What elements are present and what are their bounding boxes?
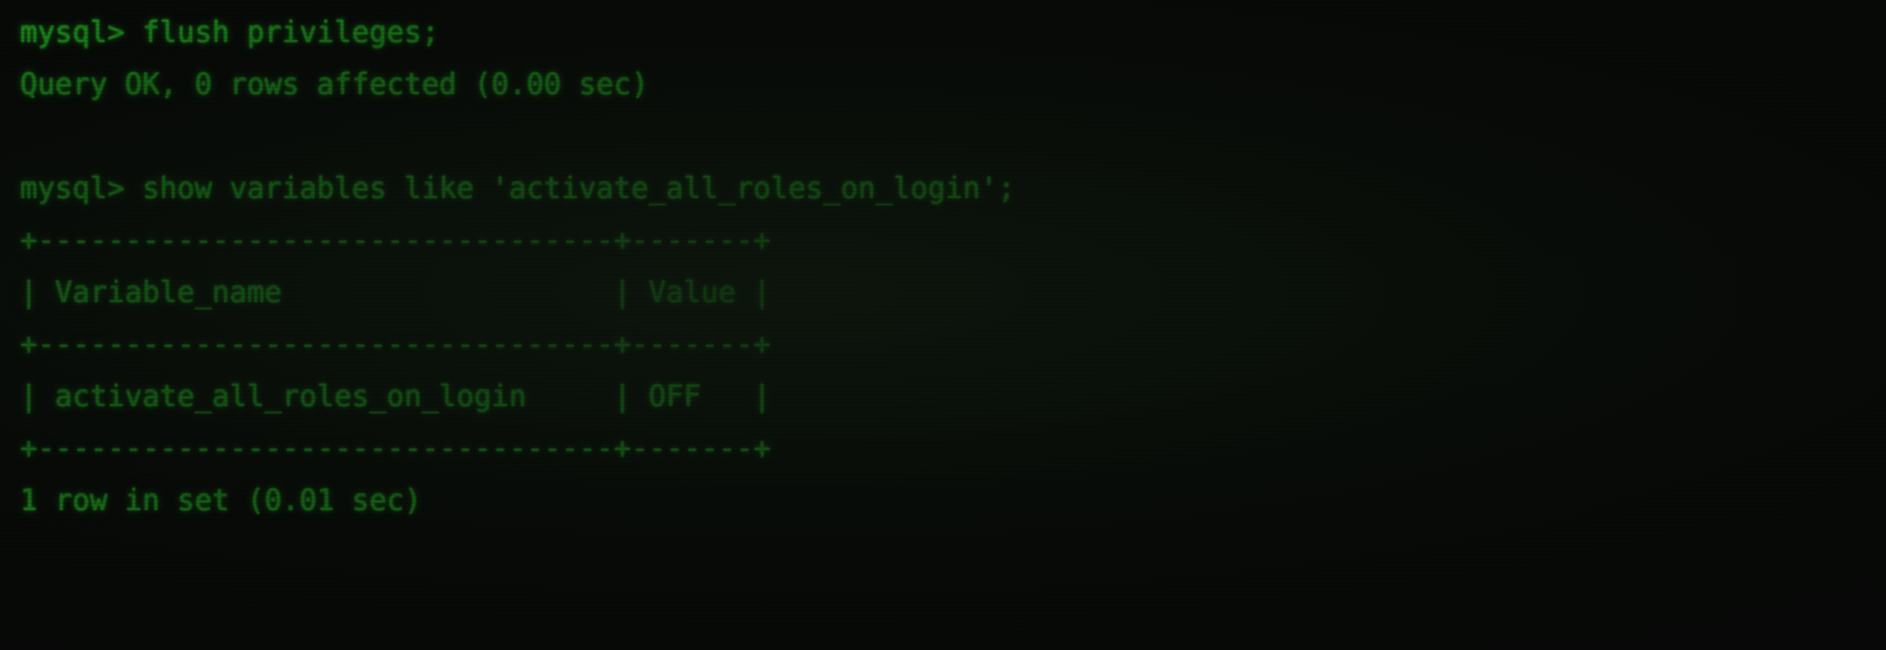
terminal-window[interactable]: mysql> flush privileges; Query OK, 0 row… (0, 0, 1886, 650)
terminal-line-result-row-count: 1 row in set (0.01 sec) (20, 483, 422, 517)
terminal-line-table-header-row: | Variable_name | Value | (20, 275, 771, 309)
terminal-line-cmd-flush-privileges: mysql> flush privileges; (20, 15, 440, 49)
terminal-line-table-data-row: | activate_all_roles_on_login | OFF | (20, 379, 771, 413)
terminal-line-cmd-show-variables: mysql> show variables like 'activate_all… (20, 171, 1016, 205)
terminal-line-result-flush-privileges: Query OK, 0 rows affected (0.00 sec) (20, 67, 649, 101)
terminal-line-table-border-middle: +---------------------------------+-----… (20, 327, 771, 361)
terminal-line-table-border-bottom: +---------------------------------+-----… (20, 431, 771, 465)
terminal-line-table-border-top: +---------------------------------+-----… (20, 223, 771, 257)
terminal-output: mysql> flush privileges; Query OK, 0 row… (20, 6, 1015, 526)
